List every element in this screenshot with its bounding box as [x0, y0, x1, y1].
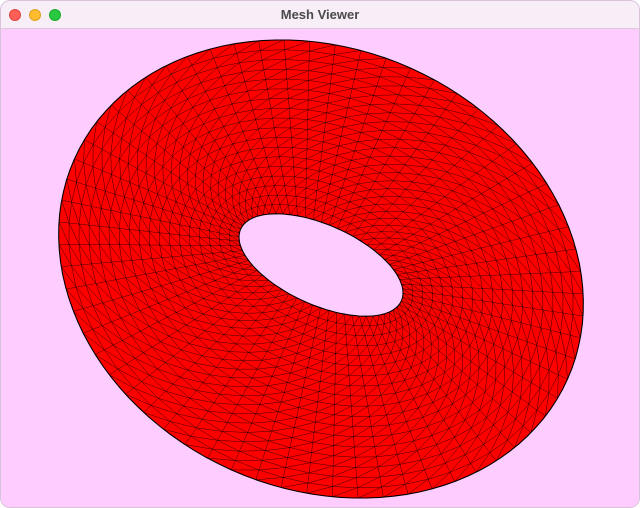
window-title: Mesh Viewer [280, 7, 360, 22]
title-bar[interactable]: Mesh Viewer [1, 1, 639, 29]
mesh-viewer-window: Mesh Viewer [0, 0, 640, 508]
mesh-viewport[interactable] [1, 29, 640, 508]
torus-mesh[interactable] [1, 29, 640, 508]
